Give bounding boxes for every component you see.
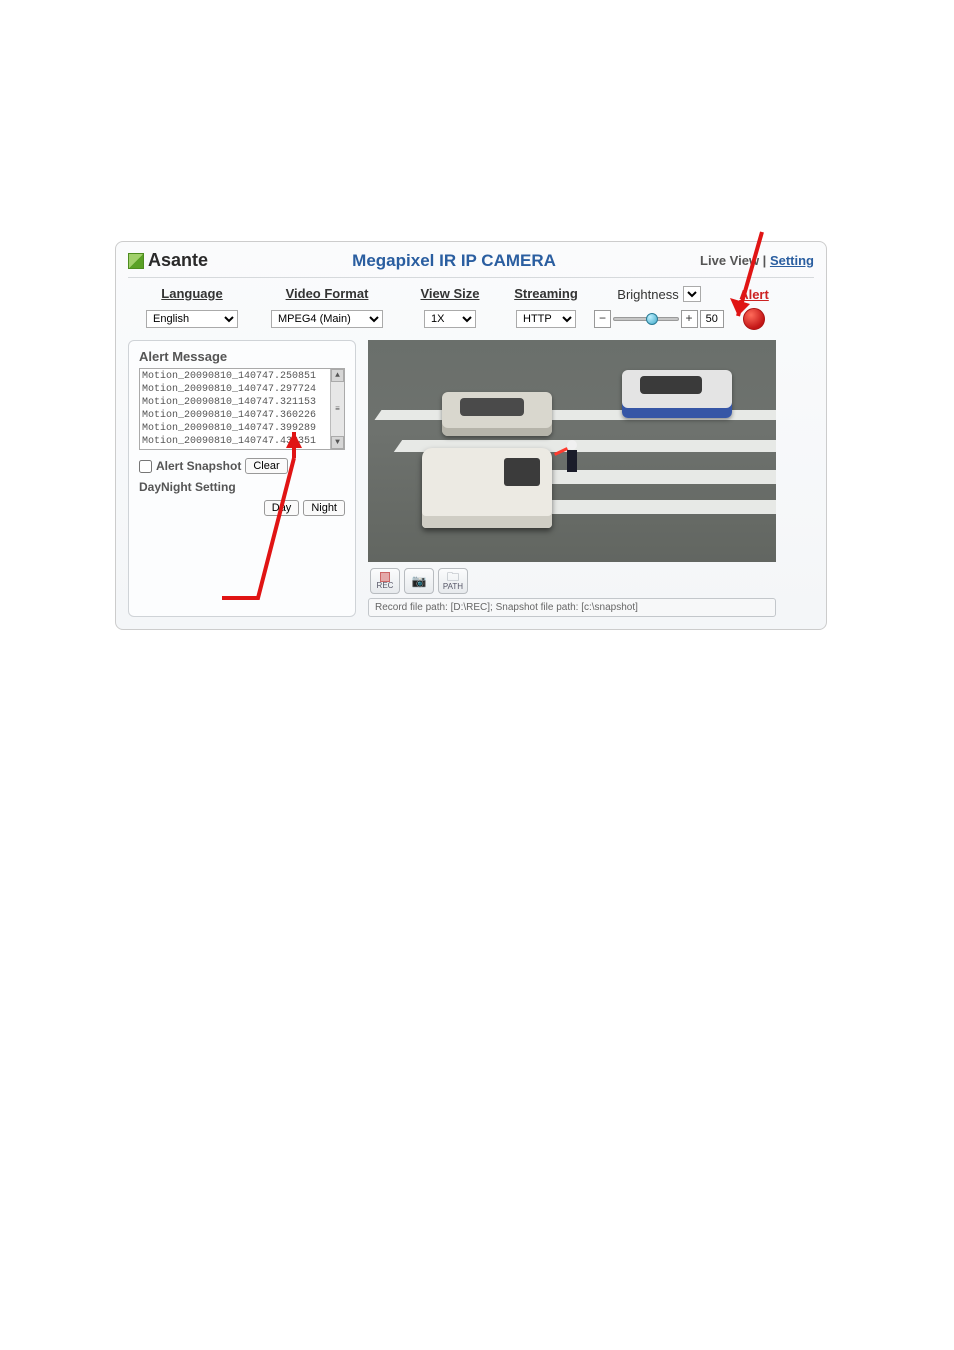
brightness-label: Brightness xyxy=(617,287,678,302)
video-format-select[interactable]: MPEG4 (Main) xyxy=(271,310,383,328)
controls-row: Language English Video Format MPEG4 (Mai… xyxy=(128,286,814,330)
day-button[interactable]: Day xyxy=(264,500,300,516)
brightness-slider-thumb[interactable] xyxy=(646,313,658,325)
alert-scrollbar[interactable]: ▲ ≡ ▼ xyxy=(330,369,344,449)
person-icon xyxy=(564,440,580,480)
video-format-control: Video Format MPEG4 (Main) xyxy=(252,286,402,328)
daynight-row: Day Night xyxy=(139,500,345,516)
header: Asante Megapixel IR IP CAMERA Live View … xyxy=(128,250,814,278)
language-label: Language xyxy=(132,286,252,301)
video-format-label: Video Format xyxy=(252,286,402,301)
alert-snapshot-checkbox[interactable] xyxy=(139,460,152,473)
brand-icon xyxy=(128,253,144,269)
view-size-label: View Size xyxy=(402,286,498,301)
alert-row[interactable]: Motion_20090810_140747.360226 xyxy=(142,409,342,422)
alert-row[interactable]: Motion_20090810_140747.438351 xyxy=(142,435,342,448)
camera-icon: 📷 xyxy=(412,575,427,587)
brightness-mode-select[interactable] xyxy=(683,286,701,302)
language-control: Language English xyxy=(132,286,252,328)
brightness-minus-button[interactable]: − xyxy=(594,310,611,328)
alert-message-list[interactable]: Motion_20090810_140747.250851 Motion_200… xyxy=(139,368,345,450)
top-nav: Live View | Setting xyxy=(700,253,814,268)
snapshot-button[interactable]: 📷 xyxy=(404,568,434,594)
alert-panel: Alert Message Motion_20090810_140747.250… xyxy=(128,340,356,617)
alert-message-title: Alert Message xyxy=(139,349,345,364)
vehicle-icon xyxy=(422,448,552,528)
brightness-slider[interactable] xyxy=(613,317,679,321)
video-toolbar: REC 📷 🗀 PATH xyxy=(368,562,814,598)
video-frame xyxy=(368,340,776,562)
streaming-label: Streaming xyxy=(498,286,594,301)
alert-link[interactable]: Alert xyxy=(739,287,769,302)
scroll-down-icon[interactable]: ▼ xyxy=(331,436,344,449)
clear-button[interactable]: Clear xyxy=(245,458,287,474)
camera-panel: Asante Megapixel IR IP CAMERA Live View … xyxy=(115,241,827,630)
nav-setting[interactable]: Setting xyxy=(770,253,814,268)
daynight-label: DayNight Setting xyxy=(139,480,345,494)
alert-snapshot-row: Alert Snapshot Clear xyxy=(139,458,345,474)
path-button[interactable]: 🗀 PATH xyxy=(438,568,468,594)
scroll-menu-icon[interactable]: ≡ xyxy=(335,382,340,436)
alert-row[interactable]: Motion_20090810_140747.321153 xyxy=(142,396,342,409)
record-button[interactable] xyxy=(743,308,765,330)
streaming-select[interactable]: HTTP xyxy=(516,310,576,328)
alert-control: Alert xyxy=(724,286,784,330)
status-bar: Record file path: [D:\REC]; Snapshot fil… xyxy=(368,598,776,617)
vehicle-icon xyxy=(622,370,732,418)
alert-row[interactable]: Motion_20090810_140747.250851 xyxy=(142,370,342,383)
vehicle-icon xyxy=(442,392,552,436)
brand: Asante xyxy=(128,250,208,271)
streaming-control: Streaming HTTP xyxy=(498,286,594,328)
night-button[interactable]: Night xyxy=(303,500,345,516)
brightness-value: 50 xyxy=(700,310,724,328)
view-size-control: View Size 1X xyxy=(402,286,498,328)
alert-row[interactable]: Motion_20090810_140747.297724 xyxy=(142,383,342,396)
video-area: REC 📷 🗀 PATH Record file path: [D:\REC];… xyxy=(368,340,814,617)
page-title: Megapixel IR IP CAMERA xyxy=(208,251,700,271)
scroll-up-icon[interactable]: ▲ xyxy=(331,369,344,382)
language-select[interactable]: English xyxy=(146,310,238,328)
rec-button[interactable]: REC xyxy=(370,568,400,594)
brightness-control: Brightness − + 50 xyxy=(594,286,724,328)
nav-live-view[interactable]: Live View xyxy=(700,253,759,268)
alert-row[interactable]: Motion_20090810_140747.399289 xyxy=(142,422,342,435)
brand-text: Asante xyxy=(148,250,208,271)
alert-snapshot-label: Alert Snapshot xyxy=(156,459,241,473)
body: Alert Message Motion_20090810_140747.250… xyxy=(128,340,814,617)
brightness-plus-button[interactable]: + xyxy=(681,310,698,328)
view-size-select[interactable]: 1X xyxy=(424,310,476,328)
